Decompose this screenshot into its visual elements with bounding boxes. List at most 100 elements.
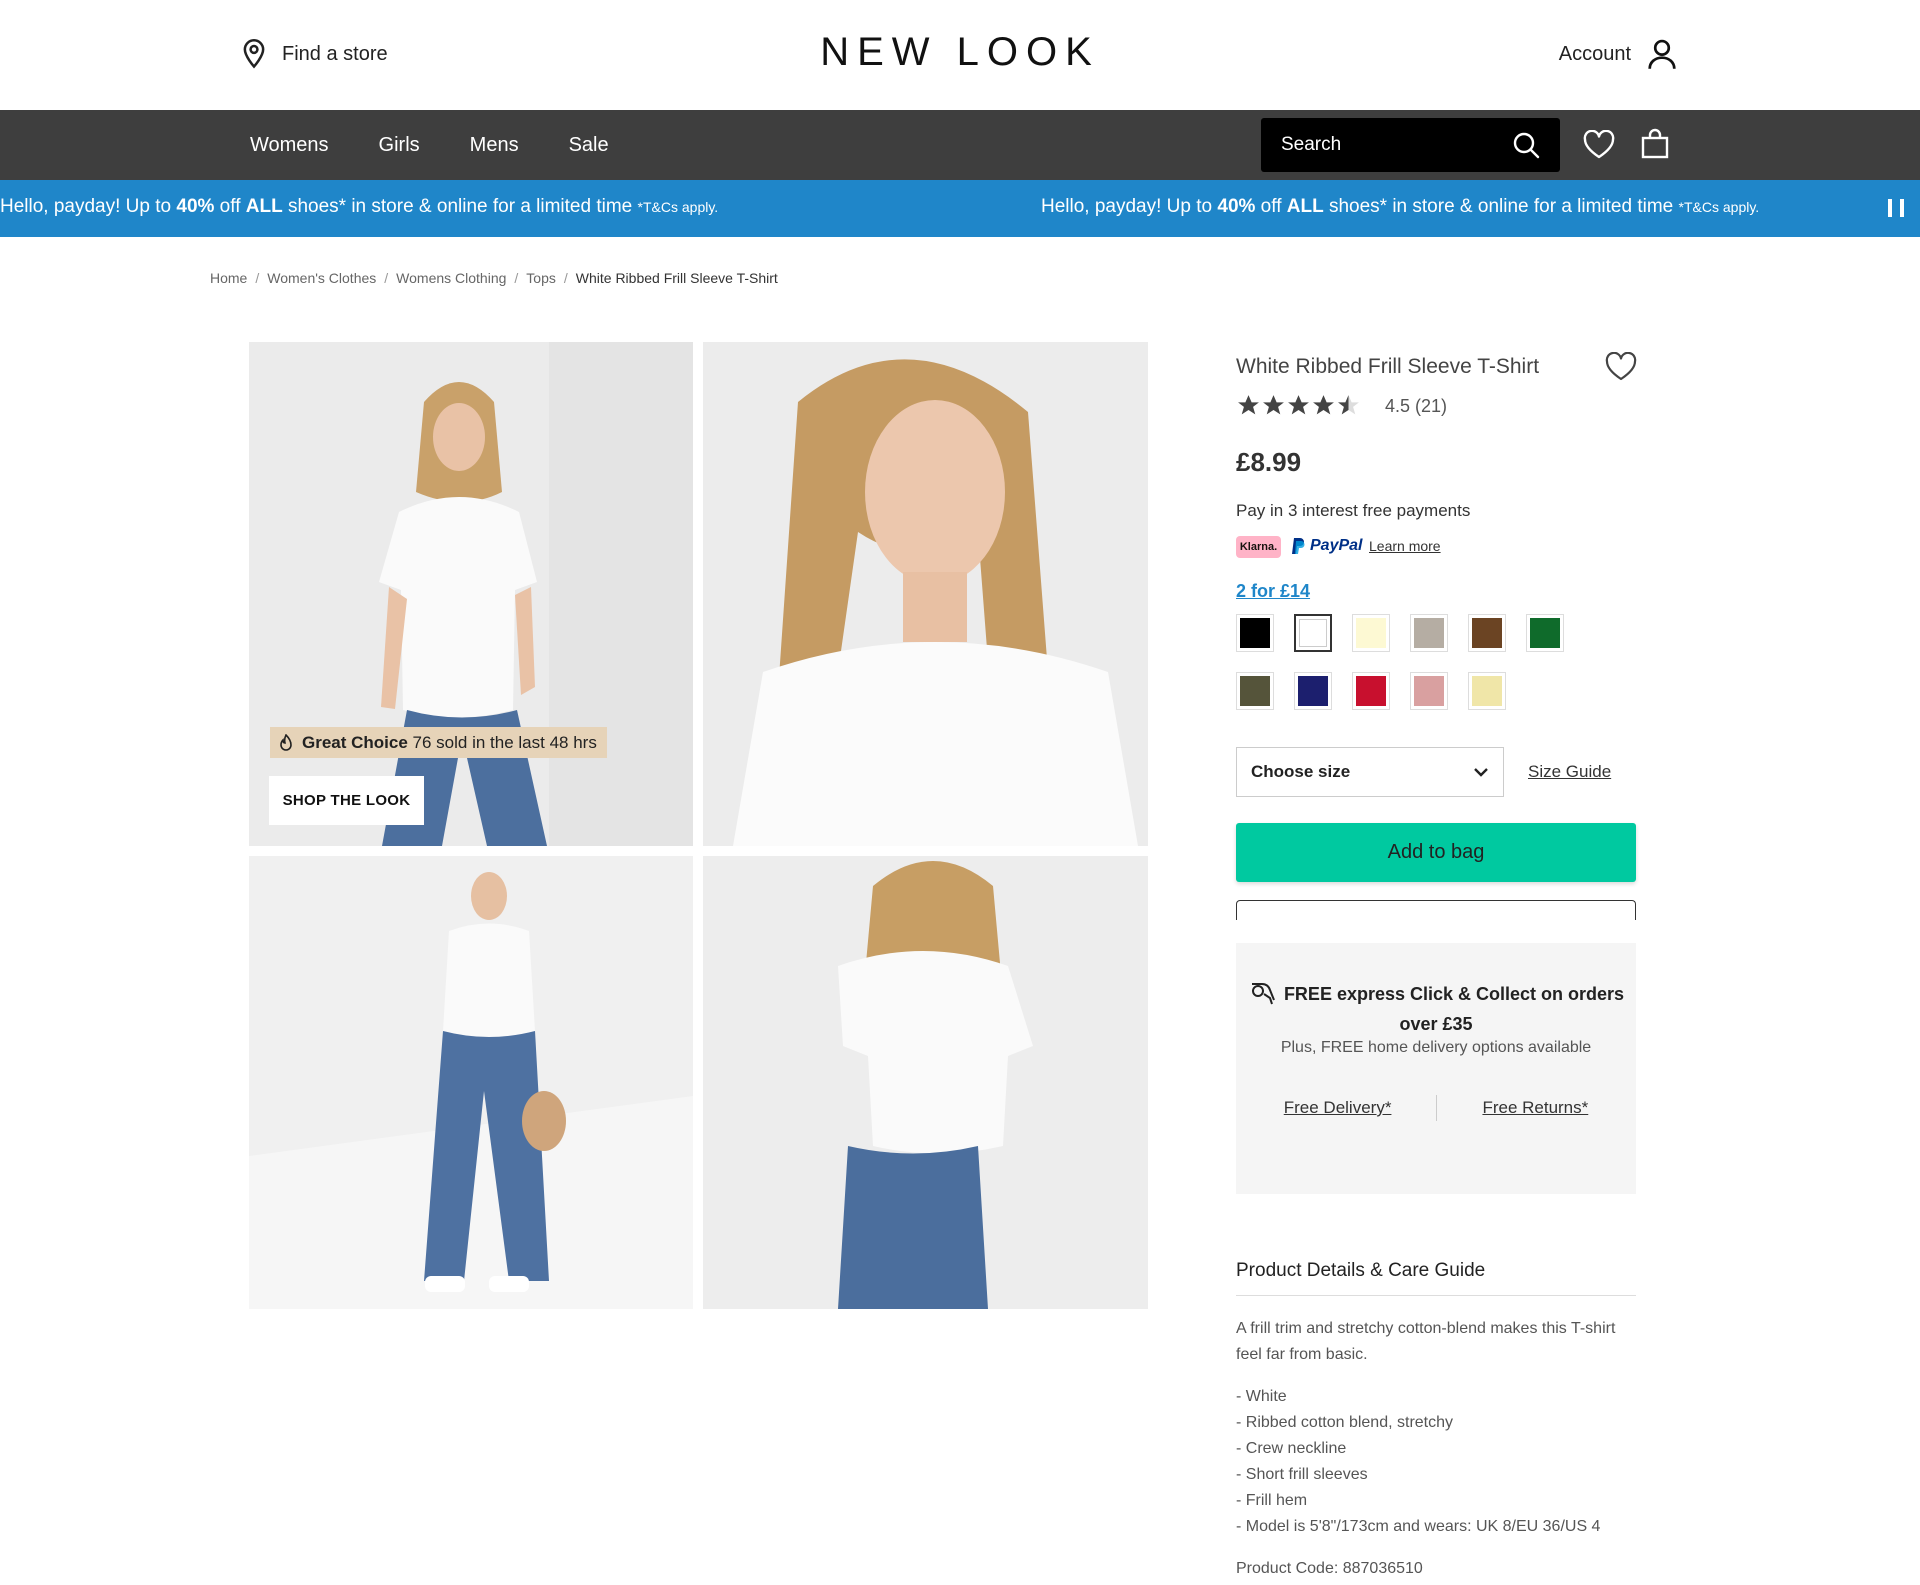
promo-text: shoes* in store & online for a limited t… xyxy=(282,196,638,217)
star-full-icon xyxy=(1288,395,1309,415)
promo-text: off xyxy=(1255,196,1287,217)
free-returns-link[interactable]: Free Returns* xyxy=(1437,1098,1633,1118)
badge-detail: 76 sold in the last 48 hrs xyxy=(407,732,597,752)
colour-swatch[interactable] xyxy=(1294,672,1332,710)
product-image-closeup[interactable] xyxy=(703,342,1148,846)
account-label: Account xyxy=(1558,42,1631,65)
breadcrumb-current: White Ribbed Frill Sleeve T-Shirt xyxy=(575,270,778,286)
product-title: White Ribbed Frill Sleeve T-Shirt xyxy=(1236,355,1540,378)
product-details-heading[interactable]: Product Details & Care Guide xyxy=(1236,1260,1485,1282)
size-select[interactable]: Choose size xyxy=(1236,747,1504,797)
colour-swatch[interactable] xyxy=(1236,614,1274,652)
star-full-icon xyxy=(1263,395,1284,415)
promo-text: shoes* in store & online for a limited t… xyxy=(1323,196,1679,217)
account-link[interactable]: Account xyxy=(1559,38,1677,70)
installments-text: Pay in 3 interest free payments xyxy=(1236,501,1471,520)
colour-swatch-fill xyxy=(1299,619,1327,647)
klarna-logo: Klarna. xyxy=(1236,536,1281,558)
promo-percent: 40% xyxy=(176,196,215,217)
breadcrumb-womens-clothing[interactable]: Womens Clothing xyxy=(396,270,506,286)
wishlist-heart-icon[interactable] xyxy=(1583,130,1615,160)
colour-swatch-fill xyxy=(1240,618,1270,648)
shop-the-look-button[interactable]: SHOP THE LOOK xyxy=(269,776,424,825)
add-to-bag-button[interactable]: Add to bag xyxy=(1236,823,1636,882)
pause-icon[interactable] xyxy=(1888,199,1904,219)
badge-strong: Great Choice xyxy=(302,732,408,752)
colour-swatch[interactable] xyxy=(1294,614,1332,652)
colour-swatch-fill xyxy=(1298,676,1328,706)
shopping-bag-icon[interactable] xyxy=(1640,128,1670,160)
colour-swatch-fill xyxy=(1414,618,1444,648)
delivery-headline-text: FREE express Click & Collect on orders o… xyxy=(1283,984,1625,1034)
promo-message[interactable]: Hello, payday! Up to 40% off ALL shoes* … xyxy=(1041,196,1759,218)
feature-item: - Model is 5'8"/173cm and wears: UK 8/EU… xyxy=(1236,1518,1601,1535)
nav-item-womens[interactable]: Womens xyxy=(250,134,329,157)
breadcrumb-womens-clothes[interactable]: Women's Clothes xyxy=(267,270,376,286)
feature-item: - Frill hem xyxy=(1236,1492,1308,1509)
colour-swatch[interactable] xyxy=(1410,672,1448,710)
colour-swatch[interactable] xyxy=(1468,614,1506,652)
promo-banner[interactable]: Hello, payday! Up to 40% off ALL shoes* … xyxy=(0,180,1920,237)
product-image-front[interactable] xyxy=(249,342,693,846)
badge-text: Great Choice 76 sold in the last 48 hrs xyxy=(302,733,597,753)
promo-all: ALL xyxy=(1286,196,1324,217)
promo-text: Hello, payday! Up to xyxy=(0,196,177,217)
click-collect-icon xyxy=(1251,983,1275,1005)
nav-item-sale[interactable]: Sale xyxy=(569,134,609,157)
product-description: A frill trim and stretchy cotton-blend m… xyxy=(1236,1320,1616,1363)
main-nav: Womens Girls Mens Sale Search xyxy=(0,110,1920,180)
breadcrumb-home[interactable]: Home xyxy=(210,270,247,286)
colour-swatch-fill xyxy=(1414,676,1444,706)
secondary-action-button[interactable] xyxy=(1236,900,1636,920)
colour-swatch[interactable] xyxy=(1468,672,1506,710)
product-features-list: - White - Ribbed cotton blend, stretchy … xyxy=(1236,1384,1600,1540)
site-header: Find a store NEW LOOK Account xyxy=(0,0,1920,110)
promo-message[interactable]: Hello, payday! Up to 40% off ALL shoes* … xyxy=(0,196,718,218)
colour-swatch-fill xyxy=(1356,676,1386,706)
star-half-icon xyxy=(1338,395,1359,415)
colour-swatch-fill xyxy=(1472,618,1502,648)
colour-swatch[interactable] xyxy=(1236,672,1274,710)
feature-item: - Short frill sleeves xyxy=(1236,1466,1368,1483)
search-input[interactable]: Search xyxy=(1261,118,1560,172)
details-divider xyxy=(1236,1295,1636,1296)
search-placeholder: Search xyxy=(1281,134,1342,155)
delivery-info-box: FREE express Click & Collect on orders o… xyxy=(1236,943,1636,1194)
colour-swatch[interactable] xyxy=(1526,614,1564,652)
colour-swatch[interactable] xyxy=(1410,614,1448,652)
nav-item-girls[interactable]: Girls xyxy=(379,134,420,157)
free-delivery-link[interactable]: Free Delivery* xyxy=(1239,1098,1437,1118)
search-icon[interactable] xyxy=(1512,131,1540,159)
nav-item-mens[interactable]: Mens xyxy=(470,134,519,157)
rating-summary[interactable]: 4.5 (21) xyxy=(1385,396,1447,417)
breadcrumb: Home / Women's Clothes / Womens Clothing… xyxy=(210,270,778,286)
colour-swatch-fill xyxy=(1240,676,1270,706)
breadcrumb-separator: / xyxy=(384,270,389,286)
promo-percent: 40% xyxy=(1217,196,1256,217)
delivery-subtext: Plus, FREE home delivery options availab… xyxy=(1280,1039,1592,1056)
multibuy-offer-link[interactable]: 2 for £14 xyxy=(1236,581,1310,602)
promo-text: off xyxy=(214,196,246,217)
colour-swatch[interactable] xyxy=(1352,614,1390,652)
promo-all: ALL xyxy=(245,196,283,217)
flame-icon xyxy=(280,733,292,751)
promo-text: Hello, payday! Up to xyxy=(1041,196,1218,217)
breadcrumb-tops[interactable]: Tops xyxy=(526,270,556,286)
colour-swatch-fill xyxy=(1356,618,1386,648)
paypal-label: PayPal xyxy=(1310,537,1363,554)
product-image-back[interactable] xyxy=(703,856,1148,1309)
product-code: Product Code: 887036510 xyxy=(1236,1560,1423,1577)
learn-more-link[interactable]: Learn more xyxy=(1369,538,1441,554)
add-to-wishlist-heart-icon[interactable] xyxy=(1605,352,1637,382)
paypal-logo: PayPal xyxy=(1291,537,1362,555)
colour-swatch[interactable] xyxy=(1352,672,1390,710)
star-rating[interactable] xyxy=(1236,393,1361,418)
product-image-full-length[interactable] xyxy=(249,856,693,1309)
nav-links: Womens Girls Mens Sale xyxy=(250,110,609,180)
great-choice-badge: Great Choice 76 sold in the last 48 hrs xyxy=(270,727,607,758)
size-guide-link[interactable]: Size Guide xyxy=(1528,762,1611,782)
chevron-down-icon xyxy=(1474,768,1488,777)
breadcrumb-separator: / xyxy=(514,270,519,286)
delivery-headline: FREE express Click & Collect on orders o… xyxy=(1236,979,1636,1039)
colour-swatch-fill xyxy=(1472,676,1502,706)
